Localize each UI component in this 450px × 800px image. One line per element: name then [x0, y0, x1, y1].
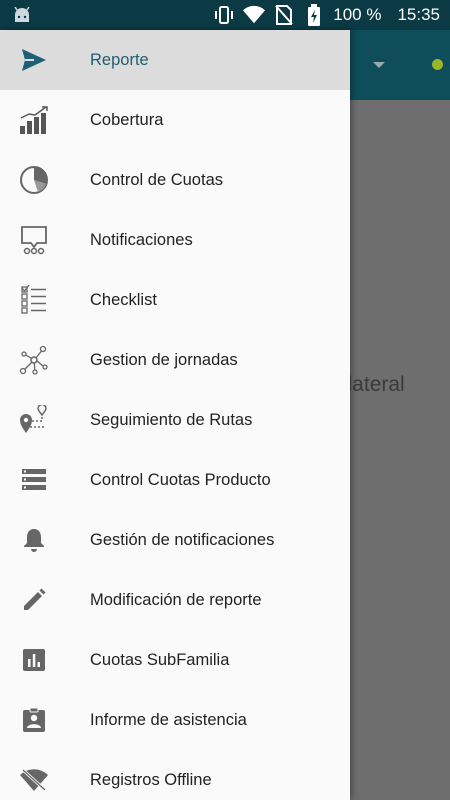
- drawer-item-checklist[interactable]: Checklist: [0, 270, 350, 330]
- drawer-item-label: Gestion de jornadas: [90, 350, 238, 369]
- drawer-item-informe-de-asistencia[interactable]: Informe de asistencia: [0, 690, 350, 750]
- bell-icon: [18, 525, 50, 555]
- drawer-item-label: Cuotas SubFamilia: [90, 650, 230, 669]
- analytics-icon: [18, 645, 50, 675]
- drawer-item-cobertura[interactable]: Cobertura: [0, 90, 350, 150]
- drawer-item-label: Control Cuotas Producto: [90, 470, 271, 489]
- drawer-item-label: Reporte: [90, 50, 149, 69]
- android-icon: [12, 7, 32, 23]
- drawer-item-label: Informe de asistencia: [90, 710, 247, 729]
- battery-charging-icon: [303, 4, 325, 26]
- battery-percent: 100 %: [333, 5, 382, 24]
- no-sim-icon: [273, 5, 295, 25]
- drawer-item-gestion-de-jornadas[interactable]: Gestion de jornadas: [0, 330, 350, 390]
- drawer-item-cuotas-subfamilia[interactable]: Cuotas SubFamilia: [0, 630, 350, 690]
- pie-chart-icon: [18, 165, 50, 195]
- drawer-item-reporte[interactable]: Reporte: [0, 30, 350, 90]
- list-icon: [18, 465, 50, 495]
- status-dot: [432, 59, 443, 70]
- navigation-drawer: Reporte Cobertura Control de Cuotas Noti…: [0, 30, 350, 800]
- drawer-item-control-de-cuotas[interactable]: Control de Cuotas: [0, 150, 350, 210]
- bar-chart-trend-icon: [18, 105, 50, 135]
- drawer-item-label: Checklist: [90, 290, 157, 309]
- drawer-item-gestion-de-notificaciones[interactable]: Gestión de notificaciones: [0, 510, 350, 570]
- drawer-item-modificacion-de-reporte[interactable]: Modificación de reporte: [0, 570, 350, 630]
- drawer-item-label: Control de Cuotas: [90, 170, 223, 189]
- drawer-item-label: Registros Offline: [90, 770, 212, 789]
- checklist-icon: [18, 285, 50, 315]
- send-icon: [18, 45, 50, 75]
- drawer-item-registros-offline[interactable]: Registros Offline: [0, 750, 350, 800]
- network-icon: [18, 345, 50, 375]
- wifi-off-icon: [18, 765, 50, 795]
- dropdown-arrow-icon[interactable]: [373, 62, 385, 68]
- route-icon: [18, 405, 50, 435]
- drawer-item-label: Seguimiento de Rutas: [90, 410, 253, 429]
- drawer-item-label: Cobertura: [90, 110, 164, 129]
- drawer-item-control-cuotas-producto[interactable]: Control Cuotas Producto: [0, 450, 350, 510]
- clock: 15:35: [397, 5, 440, 24]
- vibrate-icon: [213, 5, 235, 25]
- drawer-item-label: Notificaciones: [90, 230, 193, 249]
- drawer-item-label: Modificación de reporte: [90, 590, 262, 609]
- badge-icon: [18, 705, 50, 735]
- drawer-item-seguimiento-de-rutas[interactable]: Seguimiento de Rutas: [0, 390, 350, 450]
- status-bar: 100 % 15:35: [0, 0, 450, 30]
- drawer-item-notificaciones[interactable]: Notificaciones: [0, 210, 350, 270]
- pencil-icon: [18, 585, 50, 615]
- presentation-icon: [18, 225, 50, 255]
- wifi-icon: [243, 5, 266, 25]
- drawer-item-label: Gestión de notificaciones: [90, 530, 275, 549]
